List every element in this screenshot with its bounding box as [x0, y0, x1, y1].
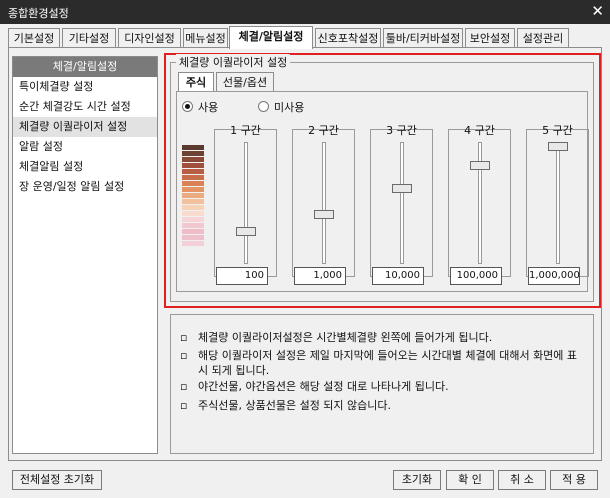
note-item: ▫ 해당 이퀄라이저 설정은 제일 마지막에 들어오는 시간대별 체결에 대해서… [180, 348, 585, 378]
gradient-stripe [182, 223, 204, 228]
sidebar-item-alarm[interactable]: 알람 설정 [13, 137, 157, 157]
close-icon[interactable]: ✕ [591, 2, 604, 20]
tab-basic[interactable]: 기본설정 [8, 28, 60, 48]
gradient-stripe [182, 157, 204, 162]
section-value-input[interactable]: 1,000,000 [528, 267, 580, 285]
slider-track [400, 142, 404, 264]
subtab-stock[interactable]: 주식 [178, 72, 214, 92]
section-value-input[interactable]: 100,000 [450, 267, 502, 285]
gradient-stripe [182, 229, 204, 234]
slider-thumb[interactable] [470, 161, 490, 171]
gradient-stripe [182, 211, 204, 216]
section-1: 1 구간 100 [214, 122, 277, 286]
bullet-icon: ▫ [180, 349, 188, 362]
section-3: 3 구간 10,000 [370, 122, 433, 286]
section-value-input[interactable]: 100 [216, 267, 268, 285]
title-bar: 종합환경설정 ✕ [0, 0, 610, 24]
equalizer-group-title: 체결량 이퀄라이저 설정 [176, 54, 291, 70]
radio-off-icon [258, 101, 269, 112]
radio-use-label: 사용 [198, 101, 219, 114]
gradient-stripe [182, 151, 204, 156]
slider-track [556, 142, 560, 264]
section-label: 4 구간 [464, 124, 495, 137]
sidebar-item-execution-alert[interactable]: 체결알림 설정 [13, 157, 157, 177]
radio-use[interactable]: 사용 [182, 101, 218, 115]
gradient-stripe [182, 145, 204, 150]
radio-on-icon [182, 101, 193, 112]
note-text: 체결량 이퀄라이저설정은 시간별체결량 왼쪽에 들어가게 됩니다. [198, 331, 493, 344]
gradient-stripe [182, 205, 204, 210]
tab-design[interactable]: 디자인설정 [118, 28, 181, 48]
gradient-stripe [182, 241, 204, 246]
ok-button[interactable]: 확 인 [446, 470, 494, 490]
radio-not-use[interactable]: 미사용 [258, 101, 304, 115]
sidebar: 체결/알림설정 특이체결량 설정 순간 체결강도 시간 설정 체결량 이퀄라이저… [12, 56, 158, 454]
sidebar-item-instant-strength[interactable]: 순간 체결강도 시간 설정 [13, 97, 157, 117]
gradient-stripe [182, 187, 204, 192]
reset-all-button[interactable]: 전체설정 초기화 [12, 470, 102, 490]
tab-settings-manage[interactable]: 설정관리 [517, 28, 569, 48]
note-text: 주식선물, 상품선물은 설정 되지 않습니다. [198, 399, 392, 412]
slider-thumb[interactable] [236, 226, 256, 236]
bullet-icon: ▫ [180, 331, 188, 344]
tab-other[interactable]: 기타설정 [62, 28, 116, 48]
slider-thumb[interactable] [392, 183, 412, 193]
gradient-stripe [182, 169, 204, 174]
slider-thumb[interactable] [314, 209, 334, 219]
apply-button[interactable]: 적 용 [550, 470, 598, 490]
bullet-icon: ▫ [180, 399, 188, 412]
section-label: 2 구간 [308, 124, 339, 137]
tab-execution-alert[interactable]: 체결/알림설정 [229, 26, 313, 49]
sidebar-item-equalizer[interactable]: 체결량 이퀄라이저 설정 [13, 117, 157, 137]
note-item: ▫ 주식선물, 상품선물은 설정 되지 않습니다. [180, 398, 585, 413]
section-4: 4 구간 100,000 [448, 122, 511, 286]
subtab-futures-options[interactable]: 선물/옵션 [216, 72, 274, 92]
sidebar-item-market-schedule[interactable]: 장 운영/일정 알림 설정 [13, 177, 157, 197]
section-value-input[interactable]: 1,000 [294, 267, 346, 285]
gradient-stripe [182, 199, 204, 204]
note-text: 야간선물, 야간옵션은 해당 설정 대로 나타나게 됩니다. [198, 380, 449, 393]
tab-toolbar[interactable]: 툴바/티커바설정 [383, 28, 463, 48]
note-item: ▫ 체결량 이퀄라이저설정은 시간별체결량 왼쪽에 들어가게 됩니다. [180, 330, 585, 345]
gradient-stripe [182, 163, 204, 168]
sidebar-item-special-volume[interactable]: 특이체결량 설정 [13, 77, 157, 97]
section-label: 1 구간 [230, 124, 261, 137]
gradient-stripe [182, 217, 204, 222]
radio-not-use-label: 미사용 [274, 101, 305, 114]
sidebar-header: 체결/알림설정 [13, 57, 157, 77]
gradient-stripe [182, 181, 204, 186]
slider-track [322, 142, 326, 264]
gradient-stripe [182, 235, 204, 240]
slider-thumb[interactable] [548, 142, 568, 151]
slider-track [244, 142, 248, 264]
color-gradient-bar [182, 145, 204, 260]
window-title: 종합환경설정 [8, 7, 69, 20]
tab-menu[interactable]: 메뉴설정 [183, 28, 228, 48]
section-value-input[interactable]: 10,000 [372, 267, 424, 285]
gradient-stripe [182, 175, 204, 180]
tab-signal[interactable]: 신호포착설정 [315, 28, 381, 48]
section-label: 5 구간 [542, 124, 573, 137]
section-label: 3 구간 [386, 124, 417, 137]
section-5: 5 구간 1,000,000 [526, 122, 589, 286]
gradient-stripe [182, 193, 204, 198]
cancel-button[interactable]: 취 소 [498, 470, 546, 490]
reset-button[interactable]: 초기화 [393, 470, 441, 490]
section-2: 2 구간 1,000 [292, 122, 355, 286]
bullet-icon: ▫ [180, 380, 188, 393]
tab-security[interactable]: 보안설정 [465, 28, 515, 48]
note-text: 해당 이퀄라이저 설정은 제일 마지막에 들어오는 시간대별 체결에 대해서 화… [198, 349, 578, 377]
note-item: ▫ 야간선물, 야간옵션은 해당 설정 대로 나타나게 됩니다. [180, 379, 585, 394]
